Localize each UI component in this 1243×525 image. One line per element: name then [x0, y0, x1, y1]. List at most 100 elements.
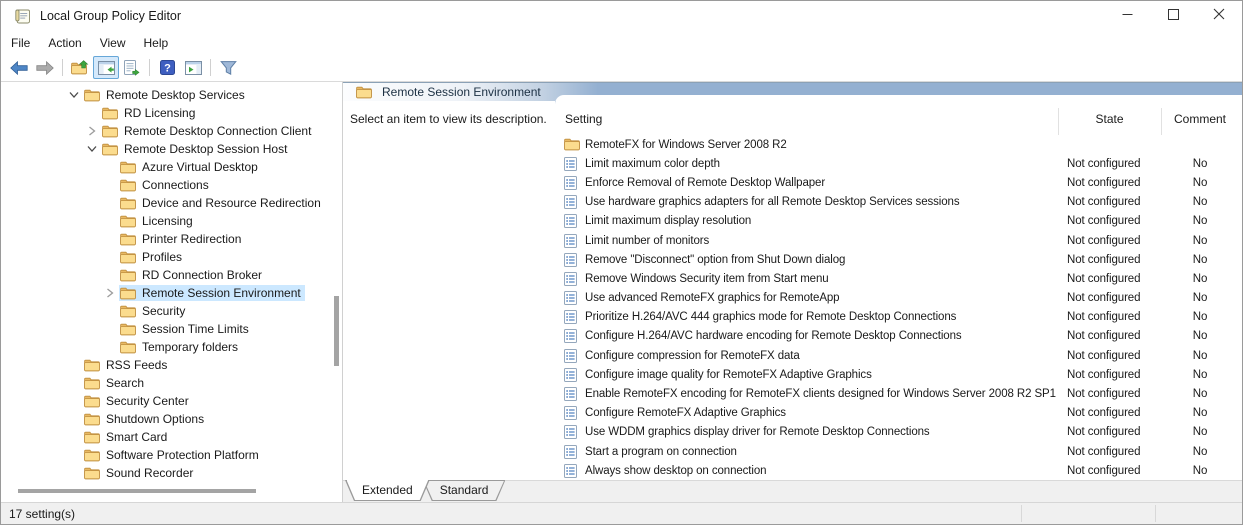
- setting-row-limit-maximum-display-resolution[interactable]: Limit maximum display resolutionNot conf…: [555, 212, 1242, 231]
- tree-item-licensing[interactable]: Licensing: [1, 212, 342, 230]
- tree-node[interactable]: Smart Card: [83, 429, 171, 445]
- setting-row-always-show-desktop-on-connection[interactable]: Always show desktop on connectionNot con…: [555, 461, 1242, 480]
- forward-button[interactable]: [32, 56, 58, 79]
- menu-help[interactable]: Help: [135, 33, 178, 53]
- setting-row-configure-compression-for-remotefx-data[interactable]: Configure compression for RemoteFX dataN…: [555, 346, 1242, 365]
- tree-node[interactable]: Azure Virtual Desktop: [119, 159, 262, 175]
- forward-icon: [36, 61, 54, 75]
- tree-vertical-scrollbar[interactable]: [334, 296, 339, 366]
- tree-node[interactable]: RSS Feeds: [83, 357, 171, 373]
- setting-row-use-advanced-remotefx-graphics-for-remoteapp[interactable]: Use advanced RemoteFX graphics for Remot…: [555, 289, 1242, 308]
- setting-state: Not configured: [1067, 388, 1161, 400]
- tree-item-connections[interactable]: Connections: [1, 176, 342, 194]
- show-action-pane-button[interactable]: [180, 56, 206, 79]
- tree-item-remote-desktop-session-host[interactable]: Remote Desktop Session Host: [1, 140, 342, 158]
- tree-item-temporary-folders[interactable]: Temporary folders: [1, 338, 342, 356]
- folder-icon: [120, 233, 136, 246]
- tree-node[interactable]: Remote Desktop Connection Client: [101, 123, 315, 139]
- setting-row-configure-h-264-avc-hardware-encoding-for-remote-desktop-connections[interactable]: Configure H.264/AVC hardware encoding fo…: [555, 327, 1242, 346]
- setting-row-configure-image-quality-for-remotefx-adaptive-graphics[interactable]: Configure image quality for RemoteFX Ada…: [555, 365, 1242, 384]
- tree-item-security[interactable]: Security: [1, 302, 342, 320]
- tree-item-label: Security Center: [106, 394, 189, 408]
- tree-node[interactable]: Sound Recorder: [83, 465, 197, 481]
- tree-item-device-and-resource-redirection[interactable]: Device and Resource Redirection: [1, 194, 342, 212]
- tree-node[interactable]: Software Protection Platform: [83, 447, 263, 463]
- tree-item-remote-session-environment[interactable]: Remote Session Environment: [1, 284, 342, 302]
- setting-row-enforce-removal-of-remote-desktop-wallpaper[interactable]: Enforce Removal of Remote Desktop Wallpa…: [555, 173, 1242, 192]
- tree-node[interactable]: Security: [119, 303, 189, 319]
- tree-node[interactable]: Search: [83, 375, 148, 391]
- tab-extended[interactable]: Extended: [345, 480, 430, 501]
- collapse-chevron-icon[interactable]: [65, 91, 83, 99]
- column-header-state[interactable]: State: [1058, 112, 1161, 126]
- tree-item-azure-virtual-desktop[interactable]: Azure Virtual Desktop: [1, 158, 342, 176]
- tree-horizontal-scrollbar[interactable]: [18, 489, 256, 493]
- tree-node[interactable]: Session Time Limits: [119, 321, 253, 337]
- tree-item-profiles[interactable]: Profiles: [1, 248, 342, 266]
- column-header-comment[interactable]: Comment: [1161, 112, 1239, 126]
- tree-item-security-center[interactable]: Security Center: [1, 392, 342, 410]
- menu-file[interactable]: File: [2, 33, 39, 53]
- tree-item-search[interactable]: Search: [1, 374, 342, 392]
- export-list-button[interactable]: [119, 56, 145, 79]
- back-button[interactable]: [6, 56, 32, 79]
- tree-node[interactable]: RD Connection Broker: [119, 267, 266, 283]
- tree-node[interactable]: Remote Session Environment: [119, 285, 305, 301]
- tree-item-remote-desktop-connection-client[interactable]: Remote Desktop Connection Client: [1, 122, 342, 140]
- tree-node[interactable]: Licensing: [119, 213, 197, 229]
- expand-chevron-icon[interactable]: [101, 288, 119, 298]
- setting-row-remove-disconnect-option-from-shut-down-dialog[interactable]: Remove "Disconnect" option from Shut Dow…: [555, 250, 1242, 269]
- tree-node[interactable]: Connections: [119, 177, 213, 193]
- setting-row-configure-remotefx-adaptive-graphics[interactable]: Configure RemoteFX Adaptive GraphicsNot …: [555, 404, 1242, 423]
- setting-row-remotefx-for-windows-server-2008-r2[interactable]: RemoteFX for Windows Server 2008 R2: [555, 135, 1242, 154]
- up-one-level-button[interactable]: [67, 56, 93, 79]
- tree-item-rd-licensing[interactable]: RD Licensing: [1, 104, 342, 122]
- tree-node[interactable]: Device and Resource Redirection: [119, 195, 325, 211]
- tree-node[interactable]: Printer Redirection: [119, 231, 245, 247]
- show-console-tree-button[interactable]: [93, 56, 119, 79]
- tree-item-software-protection-platform[interactable]: Software Protection Platform: [1, 446, 342, 464]
- tree-node[interactable]: Remote Desktop Session Host: [101, 141, 291, 157]
- maximize-button[interactable]: [1150, 1, 1196, 31]
- minimize-button[interactable]: [1104, 1, 1150, 31]
- setting-row-start-a-program-on-connection[interactable]: Start a program on connectionNot configu…: [555, 442, 1242, 461]
- tree-item-shutdown-options[interactable]: Shutdown Options: [1, 410, 342, 428]
- setting-state: Not configured: [1067, 426, 1161, 438]
- tree-node[interactable]: Security Center: [83, 393, 193, 409]
- setting-row-remove-windows-security-item-from-start-menu[interactable]: Remove Windows Security item from Start …: [555, 269, 1242, 288]
- setting-row-prioritize-h-264-avc-444-graphics-mode-for-remote-desktop-connections[interactable]: Prioritize H.264/AVC 444 graphics mode f…: [555, 308, 1242, 327]
- console-tree: Remote Desktop Services RD Licensing Remot…: [1, 82, 342, 502]
- menu-action[interactable]: Action: [39, 33, 90, 53]
- setting-row-use-hardware-graphics-adapters-for-all-remote-desktop-services-sessions[interactable]: Use hardware graphics adapters for all R…: [555, 193, 1242, 212]
- tab-standard[interactable]: Standard: [423, 480, 506, 501]
- tree-node[interactable]: RD Licensing: [101, 105, 199, 121]
- tree-item-rss-feeds[interactable]: RSS Feeds: [1, 356, 342, 374]
- close-button[interactable]: [1196, 1, 1242, 31]
- setting-comment: No: [1161, 350, 1239, 362]
- collapse-chevron-icon[interactable]: [83, 145, 101, 153]
- filter-button[interactable]: [215, 56, 241, 79]
- setting-row-limit-number-of-monitors[interactable]: Limit number of monitorsNot configuredNo: [555, 231, 1242, 250]
- tree-node[interactable]: Profiles: [119, 249, 186, 265]
- tree-node[interactable]: Shutdown Options: [83, 411, 208, 427]
- setting-row-enable-remotefx-encoding-for-remotefx-clients-designed-for-windows-server-2008-r2-sp1[interactable]: Enable RemoteFX encoding for RemoteFX cl…: [555, 384, 1242, 403]
- setting-row-limit-maximum-color-depth[interactable]: Limit maximum color depthNot configuredN…: [555, 154, 1242, 173]
- tree-item-remote-desktop-services[interactable]: Remote Desktop Services: [1, 86, 342, 104]
- folder-icon: [84, 449, 100, 462]
- policy-setting-icon: [564, 464, 580, 478]
- tree-item-sound-recorder[interactable]: Sound Recorder: [1, 464, 342, 482]
- tree-node[interactable]: Temporary folders: [119, 339, 242, 355]
- tree-node[interactable]: Remote Desktop Services: [83, 87, 249, 103]
- tree-item-rd-connection-broker[interactable]: RD Connection Broker: [1, 266, 342, 284]
- tree-item-smart-card[interactable]: Smart Card: [1, 428, 342, 446]
- tree-item-printer-redirection[interactable]: Printer Redirection: [1, 230, 342, 248]
- policy-setting-icon: [564, 176, 580, 190]
- setting-row-use-wddm-graphics-display-driver-for-remote-desktop-connections[interactable]: Use WDDM graphics display driver for Rem…: [555, 423, 1242, 442]
- menu-view[interactable]: View: [91, 33, 135, 53]
- folder-icon: [84, 377, 100, 390]
- expand-chevron-icon[interactable]: [83, 126, 101, 136]
- title-bar[interactable]: Local Group Policy Editor: [1, 1, 1242, 31]
- column-header-setting[interactable]: Setting: [565, 112, 602, 126]
- tree-item-session-time-limits[interactable]: Session Time Limits: [1, 320, 342, 338]
- help-button[interactable]: ?: [154, 56, 180, 79]
